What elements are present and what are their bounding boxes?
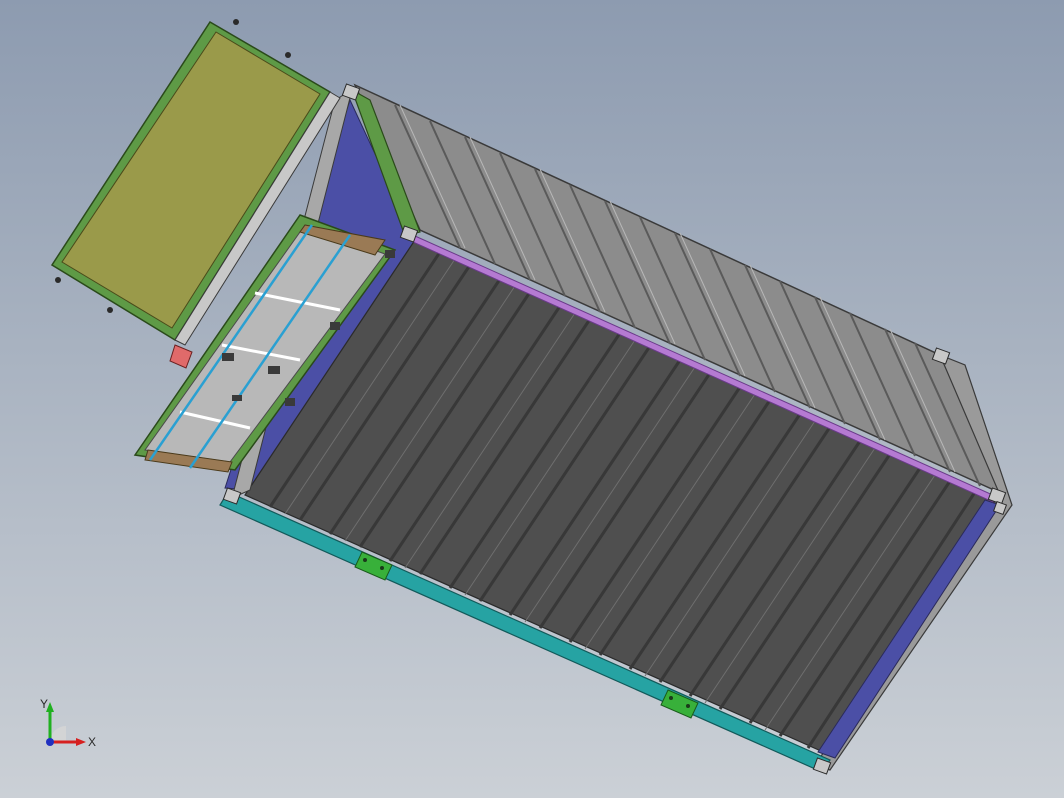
z-axis-icon [46, 738, 54, 746]
container-3d-model[interactable] [0, 0, 1064, 798]
triad-y-label: Y [40, 697, 48, 711]
cad-viewport[interactable]: Y X [0, 0, 1064, 798]
coordinate-triad: Y X [30, 696, 110, 766]
triad-axes-icon: Y X [40, 697, 96, 749]
triad-x-label: X [88, 735, 96, 749]
door-lock-red[interactable] [169, 344, 193, 369]
